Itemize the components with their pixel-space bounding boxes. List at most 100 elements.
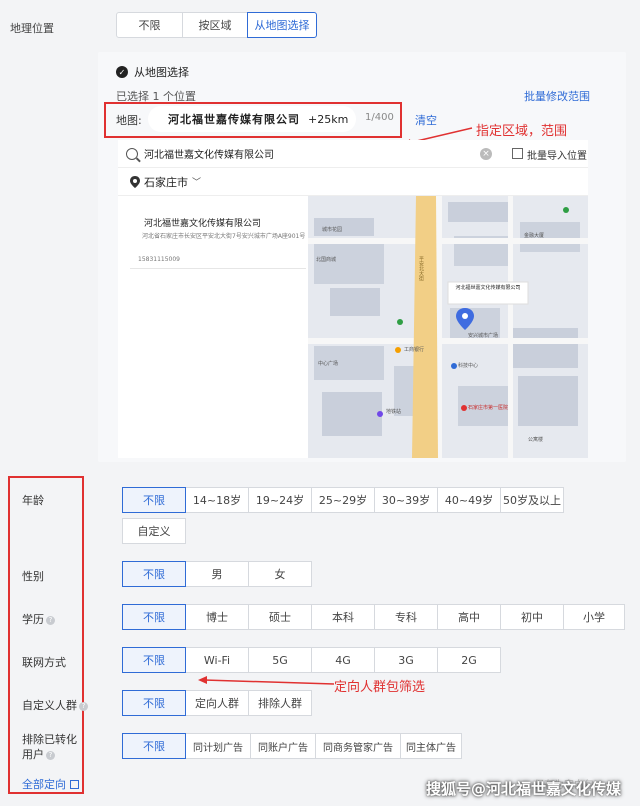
location-label: 地理位置: [10, 22, 54, 35]
location-count: 1/400: [365, 112, 394, 123]
result-address: 河北省石家庄市长安区平安北大街7号安兴城市广场A座901号: [142, 233, 306, 240]
map-poi-station: 地铁站: [386, 409, 402, 415]
bulk-import-button[interactable]: 批量导入位置: [527, 147, 587, 162]
age-option-30-39[interactable]: 30~39岁: [374, 487, 438, 513]
map-poi-center: 中心广场: [318, 361, 339, 367]
education-options: 不限 博士 硕士 本科 专科 高中 初中 小学: [122, 604, 625, 630]
age-options: 不限 14~18岁 19~24岁 25~29岁 30~39岁 40~49岁 50…: [122, 487, 564, 513]
age-option-40-49[interactable]: 40~49岁: [437, 487, 501, 513]
education-option-primary[interactable]: 小学: [563, 604, 625, 630]
map-poi-hospital: 石家庄市第一医院: [468, 405, 509, 411]
map-poi-tech: 科技中心: [458, 363, 479, 369]
map-poi-plaza: 安兴城市广场: [468, 333, 499, 339]
custom-audience-option-unlimited[interactable]: 不限: [122, 690, 186, 716]
location-segmented-control: 不限 按区域 从地图选择: [116, 12, 317, 38]
custom-audience-option-include[interactable]: 定向人群: [185, 690, 249, 716]
exclude-option-same-account[interactable]: 同账户广告: [250, 733, 316, 759]
age-label: 年龄: [22, 494, 44, 507]
all-targets-text: 全部定向: [22, 778, 66, 791]
network-label: 联网方式: [22, 656, 66, 669]
clear-icon[interactable]: ×: [480, 148, 492, 160]
annotation-region-text: 指定区域，范围: [476, 124, 568, 139]
map-search-value: 河北福世嘉文化传媒有限公司: [144, 150, 274, 161]
external-link-icon: [70, 780, 79, 789]
age-option-19-24[interactable]: 19~24岁: [248, 487, 312, 513]
map-poi-bank: 工商银行: [404, 347, 425, 353]
city-selector[interactable]: 石家庄市 ﹀: [118, 168, 588, 196]
age-option-25-29[interactable]: 25~29岁: [311, 487, 375, 513]
exclude-converted-label-line1: 排除已转化: [22, 733, 77, 746]
custom-audience-label-text: 自定义人群: [22, 699, 77, 712]
custom-audience-options: 不限 定向人群 排除人群: [122, 690, 312, 716]
bulk-edit-range-link[interactable]: 批量修改范围: [524, 88, 590, 104]
location-tag[interactable]: 河北福世嘉传媒有限公司 +25km: [148, 106, 356, 132]
network-option-5g[interactable]: 5G: [248, 647, 312, 673]
gender-option-female[interactable]: 女: [248, 561, 312, 587]
annotation-audience-text: 定向人群包筛选: [334, 680, 426, 695]
education-option-middle-school[interactable]: 初中: [500, 604, 564, 630]
network-option-4g[interactable]: 4G: [311, 647, 375, 673]
age-option-unlimited[interactable]: 不限: [122, 487, 186, 513]
exclude-option-same-plan[interactable]: 同计划广告: [185, 733, 251, 759]
education-option-high-school[interactable]: 高中: [437, 604, 501, 630]
location-option-from-map[interactable]: 从地图选择: [247, 12, 317, 38]
exclude-option-same-entity[interactable]: 同主体广告: [400, 733, 462, 759]
map-poi-apt: 公寓楼: [528, 437, 544, 443]
education-option-unlimited[interactable]: 不限: [122, 604, 186, 630]
help-icon[interactable]: ?: [79, 702, 88, 711]
location-tag-radius: +25km: [308, 112, 349, 126]
location-option-unlimited[interactable]: 不限: [116, 12, 183, 38]
custom-audience-option-exclude[interactable]: 排除人群: [248, 690, 312, 716]
help-icon[interactable]: ?: [46, 751, 55, 760]
search-result-list: 河北福世嘉文化传媒有限公司 河北省石家庄市长安区平安北大街7号安兴城市广场A座9…: [118, 196, 308, 458]
watermark-text: 搜狐号@河北福世嘉文化传媒: [426, 780, 622, 798]
education-option-associate[interactable]: 专科: [374, 604, 438, 630]
map-poi-company: 河北福世嘉文化传媒有限公司: [455, 285, 521, 291]
network-option-unlimited[interactable]: 不限: [122, 647, 186, 673]
network-option-wifi[interactable]: Wi-Fi: [185, 647, 249, 673]
map-canvas[interactable]: 河北福世嘉文化传媒有限公司 安兴城市广场 工商银行 地铁站 平安北大街 北国商城…: [308, 196, 588, 458]
network-option-3g[interactable]: 3G: [374, 647, 438, 673]
chevron-down-icon: ﹀: [192, 178, 202, 188]
custom-audience-label: 自定义人群?: [22, 697, 88, 713]
import-icon[interactable]: [512, 148, 523, 159]
age-option-custom[interactable]: 自定义: [122, 518, 186, 544]
gender-option-male[interactable]: 男: [185, 561, 249, 587]
radio-checked-icon[interactable]: ✓: [116, 66, 128, 78]
result-divider: [130, 268, 306, 269]
education-label: 学历?: [22, 611, 55, 627]
result-phone: 15831115009: [138, 256, 180, 263]
search-icon: [126, 147, 138, 160]
age-option-50-plus[interactable]: 50岁及以上: [500, 487, 564, 513]
network-options: 不限 Wi-Fi 5G 4G 3G 2G: [122, 647, 501, 673]
exclude-option-same-manager[interactable]: 同商务管家广告: [315, 733, 401, 759]
help-icon[interactable]: ?: [46, 616, 55, 625]
gender-option-unlimited[interactable]: 不限: [122, 561, 186, 587]
age-option-14-18[interactable]: 14~18岁: [185, 487, 249, 513]
exclude-converted-label-line2: 用户: [22, 748, 44, 761]
exclude-option-unlimited[interactable]: 不限: [122, 733, 186, 759]
map-poi-mall: 北国商城: [316, 257, 337, 263]
education-option-bachelor[interactable]: 本科: [311, 604, 375, 630]
network-option-2g[interactable]: 2G: [437, 647, 501, 673]
map-widget: 河北福世嘉文化传媒有限公司 × 批量导入位置 石家庄市 ﹀ 河北福世嘉文化传媒有…: [118, 140, 588, 458]
pin-icon: [130, 175, 140, 188]
education-option-masters[interactable]: 硕士: [248, 604, 312, 630]
annotation-arrow-audience: [198, 676, 335, 685]
result-name[interactable]: 河北福世嘉文化传媒有限公司: [144, 216, 261, 229]
map-poi-office: 金融大厦: [524, 233, 545, 239]
education-option-phd[interactable]: 博士: [185, 604, 249, 630]
age-custom-row: 自定义: [122, 518, 186, 544]
map-poi-garden: 城市花园: [322, 227, 343, 233]
map-field-label: 地图:: [116, 114, 142, 127]
all-targets-link[interactable]: 全部定向: [22, 776, 79, 792]
location-option-by-region[interactable]: 按区域: [182, 12, 248, 38]
exclude-converted-options: 不限 同计划广告 同账户广告 同商务管家广告 同主体广告: [122, 733, 462, 759]
exclude-converted-label: 排除已转化 用户?: [22, 732, 77, 762]
map-selection-title: 从地图选择: [134, 66, 189, 79]
education-label-text: 学历: [22, 613, 44, 626]
gender-options: 不限 男 女: [122, 561, 312, 587]
map-poi-road: 平安北大街: [418, 256, 424, 281]
location-tag-name: 河北福世嘉传媒有限公司: [168, 113, 300, 126]
gender-label: 性别: [22, 570, 44, 583]
